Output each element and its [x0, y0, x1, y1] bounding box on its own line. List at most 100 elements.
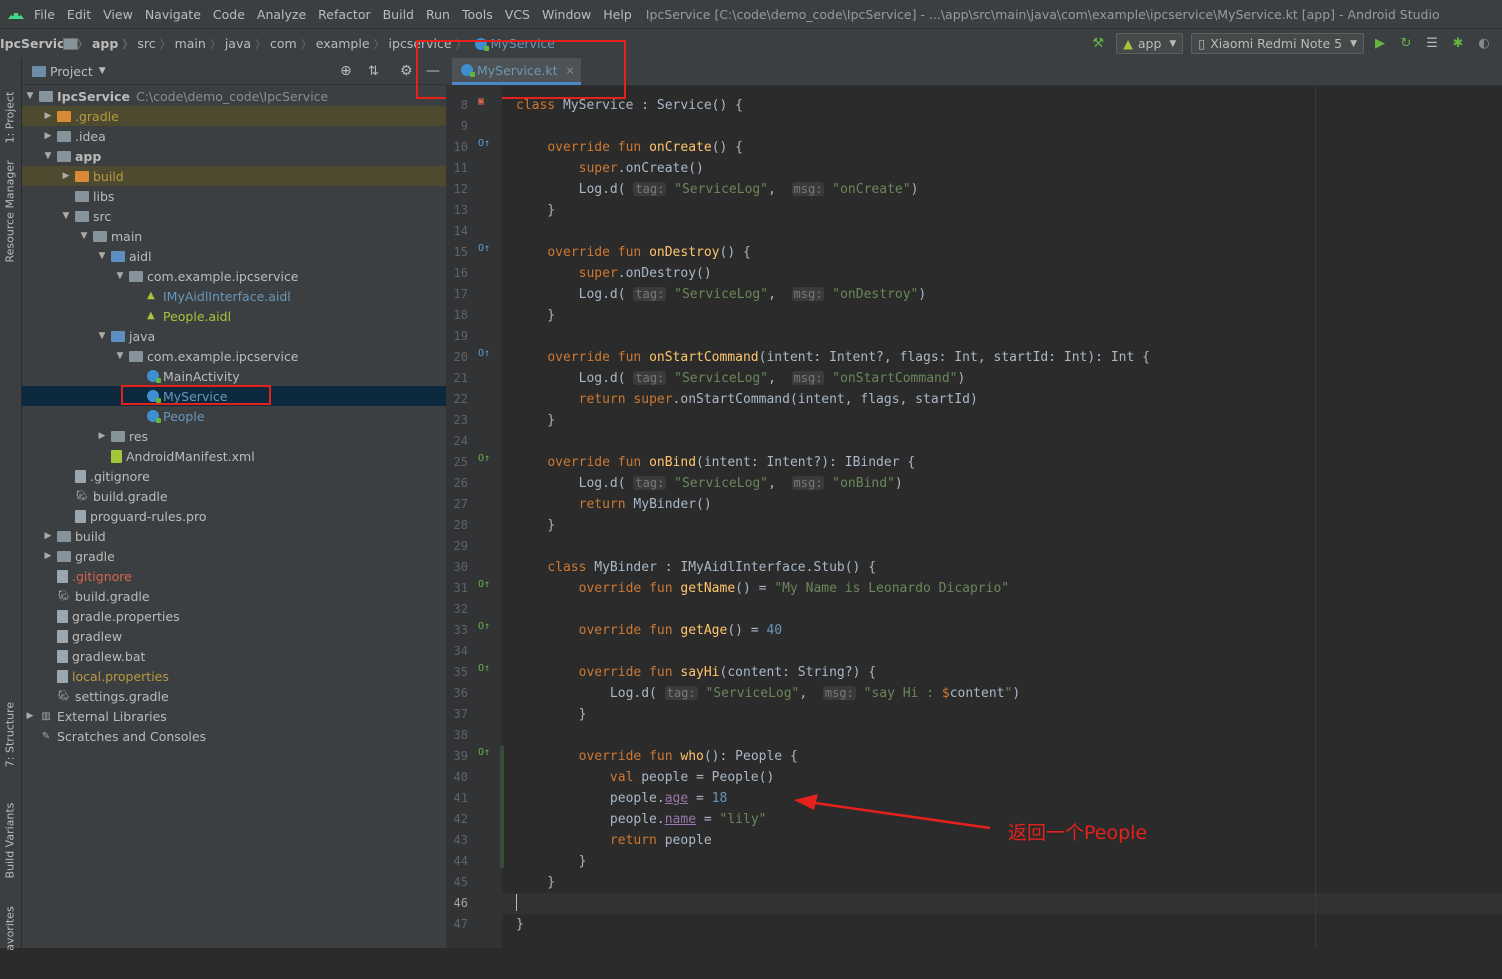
gradle-icon: 🐘︎ [57, 690, 71, 702]
code-line: class MyService : Service() { [516, 98, 743, 113]
menu-analyze[interactable]: Analyze [257, 7, 306, 22]
tree-item[interactable]: ▶ .gradle [22, 106, 466, 126]
left-tool-strip: 1: Project Resource Manager 7: Structure… [0, 58, 22, 951]
breadcrumb-java[interactable]: java 〉 [63, 36, 266, 52]
menu-build[interactable]: Build [383, 7, 414, 22]
code-line: return MyBinder() [578, 497, 712, 512]
gear-icon[interactable]: ⚙ [400, 63, 413, 79]
debug-icon[interactable]: ✱ [1450, 36, 1466, 52]
menu-help[interactable]: Help [603, 7, 632, 22]
tree-item[interactable]: gradle.properties [22, 606, 466, 626]
breadcrumb-example[interactable]: example 〉 [63, 36, 385, 52]
breadcrumb-src[interactable]: src 〉 [63, 36, 171, 52]
menu-bar: File Edit View Navigate Code Analyze Ref… [0, 0, 1502, 28]
tree-item[interactable]: ▶ build [22, 526, 466, 546]
tree-item[interactable]: gradlew [22, 626, 466, 646]
tab-favorites[interactable]: avorites [0, 906, 21, 950]
menu-edit[interactable]: Edit [67, 7, 91, 22]
breadcrumb-main[interactable]: main 〉 [63, 36, 221, 52]
annotation-text: 返回一个People [1008, 822, 1148, 844]
collapse-all-icon[interactable]: ⇅ [368, 64, 379, 79]
menu-window[interactable]: Window [542, 7, 591, 22]
tree-item[interactable]: ▶ ▥ External Libraries [22, 706, 448, 726]
tree-item[interactable]: ▼ IpcService C:\code\demo_code\IpcService [22, 86, 448, 106]
shell-file-icon [57, 629, 68, 643]
tree-item[interactable]: proguard-rules.pro [22, 506, 484, 526]
code-line: return people [609, 833, 712, 848]
line-number: 18 [453, 308, 468, 322]
menu-navigate[interactable]: Navigate [145, 7, 201, 22]
breadcrumb-com[interactable]: com 〉 [63, 36, 312, 52]
code-line: } [516, 707, 587, 722]
tree-item[interactable]: ▼ main [22, 226, 502, 246]
line-number: 34 [453, 644, 468, 658]
libraries-icon: ▥ [41, 710, 51, 722]
package-icon [129, 270, 143, 282]
line-number: 45 [453, 875, 468, 889]
override-icon[interactable]: O↑ [478, 138, 490, 149]
tree-item[interactable]: 🐘︎ settings.gradle [22, 686, 466, 706]
code-line: override fun who(): People { [578, 749, 798, 764]
tree-item[interactable]: .gitignore [22, 466, 484, 486]
menu-tools[interactable]: Tools [462, 7, 493, 22]
code-line: } [516, 413, 556, 428]
code-line: } [516, 875, 556, 890]
implement-icon[interactable]: O↑ [478, 579, 490, 590]
tree-item[interactable]: ▶ gradle [22, 546, 466, 566]
code-line: override fun onBind(intent: Intent?): IB… [547, 455, 916, 470]
service-gutter-icon[interactable]: ▣ [478, 96, 484, 107]
device-select[interactable]: ▯ Xiaomi Redmi Note 5 ▼ [1191, 33, 1364, 54]
run-configuration-select[interactable]: ▲ app ▼ [1116, 33, 1184, 54]
menu-run[interactable]: Run [426, 7, 450, 22]
vcs-change-marker [500, 746, 504, 868]
folder-icon [57, 130, 71, 142]
line-number: 8 [460, 98, 468, 112]
tab-project[interactable]: 1: Project [0, 83, 21, 153]
hammer-icon[interactable]: ⚒ [1090, 36, 1106, 52]
tree-item[interactable]: ▼ src [22, 206, 484, 226]
menu-vcs[interactable]: VCS [505, 7, 530, 22]
breadcrumb-app[interactable]: app 〉 [63, 36, 133, 52]
tree-item[interactable]: .gitignore [22, 566, 466, 586]
locate-icon[interactable]: ⊕ [340, 63, 352, 79]
override-icon[interactable]: O↑ [478, 348, 490, 359]
tree-item[interactable]: gradlew.bat [22, 646, 466, 666]
tree-item[interactable]: 🐘︎ build.gradle [22, 586, 466, 606]
code-line: override fun onStartCommand(intent: Inte… [547, 350, 1150, 365]
properties-file-icon [57, 609, 68, 623]
tab-build-variants[interactable]: Build Variants [0, 798, 21, 888]
code-line: Log.d( tag: "ServiceLog", msg: "onDestro… [516, 287, 927, 302]
tree-item[interactable]: ▼ app [22, 146, 466, 166]
implement-icon[interactable]: O↑ [478, 453, 490, 464]
project-view-select[interactable]: Project [50, 64, 93, 79]
menu-file[interactable]: File [34, 7, 55, 22]
folder-icon [75, 170, 89, 182]
line-number: 46 [453, 896, 468, 910]
menu-code[interactable]: Code [213, 7, 245, 22]
tree-item[interactable]: local.properties [22, 666, 466, 686]
stop-icon[interactable]: ◐ [1476, 36, 1492, 52]
code-line: override fun onCreate() { [547, 140, 743, 155]
kotlin-class-icon [147, 370, 161, 383]
logcat-icon[interactable]: ☰ [1424, 36, 1440, 52]
tree-item[interactable]: ▶ .idea [22, 126, 466, 146]
line-number: 23 [453, 413, 468, 427]
menu-refactor[interactable]: Refactor [318, 7, 370, 22]
chevron-down-icon[interactable]: ▼ [99, 66, 106, 76]
tab-structure[interactable]: 7: Structure [0, 698, 21, 778]
tree-item[interactable]: ✎ Scratches and Consoles [22, 726, 448, 746]
code-line: } [516, 308, 556, 323]
run-icon[interactable]: ▶ [1372, 36, 1388, 52]
tree-item[interactable]: ▶ build [22, 166, 484, 186]
menu-view[interactable]: View [103, 7, 133, 22]
line-number: 29 [453, 539, 468, 553]
tree-item[interactable]: libs [22, 186, 484, 206]
override-icon[interactable]: O↑ [478, 243, 490, 254]
tab-resource-manager[interactable]: Resource Manager [0, 158, 21, 278]
implement-icon[interactable]: O↑ [478, 621, 490, 632]
editor-gutter: 8 9 10 11 12 13 14 15 16 17 18 19 20 21 … [446, 86, 504, 948]
implement-icon[interactable]: O↑ [478, 663, 490, 674]
implement-icon[interactable]: O↑ [478, 747, 490, 758]
tree-item[interactable]: 🐘︎ build.gradle [22, 486, 484, 506]
apply-changes-icon[interactable]: ↻ [1398, 36, 1414, 52]
